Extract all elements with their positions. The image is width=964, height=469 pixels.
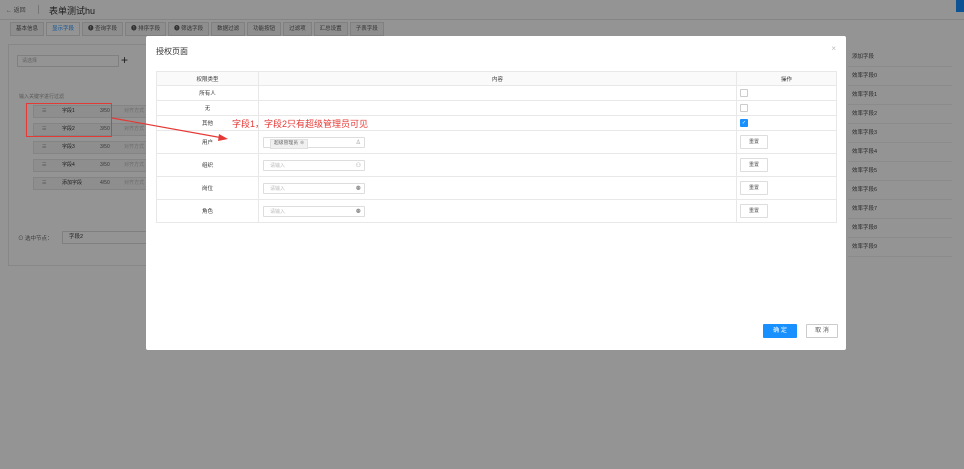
annotation-arrow: [111, 117, 228, 141]
annotation-text: 字段1，字段2只有超级管理员可见: [232, 119, 369, 129]
